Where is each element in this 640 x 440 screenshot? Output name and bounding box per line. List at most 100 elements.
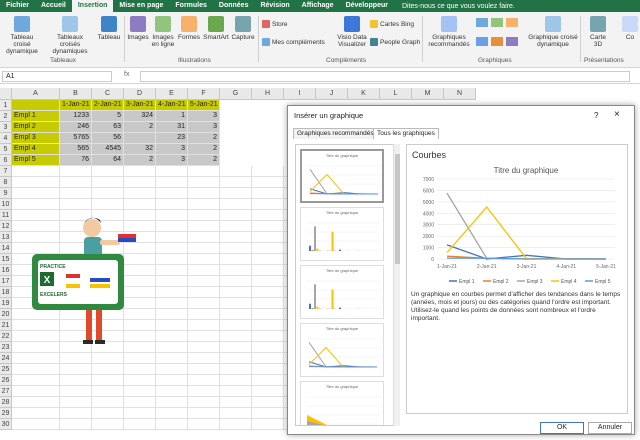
tab-2[interactable]: Insertion [71, 0, 114, 12]
column-header[interactable]: L [380, 88, 412, 100]
empty-cell[interactable] [92, 364, 124, 375]
empty-cell[interactable] [252, 210, 284, 221]
empty-cell[interactable] [156, 232, 188, 243]
empty-cell[interactable] [12, 419, 60, 430]
row-header[interactable]: 4 [0, 133, 12, 144]
column-header[interactable]: M [412, 88, 444, 100]
empty-cell[interactable] [124, 199, 156, 210]
empty-cell[interactable] [124, 397, 156, 408]
column-header[interactable]: N [444, 88, 476, 100]
row-header[interactable]: 5 [0, 144, 12, 155]
empty-cell[interactable] [220, 375, 252, 386]
table-cell[interactable]: 23 [156, 133, 188, 144]
table-header-cell[interactable]: 1-Jan-21 [60, 100, 92, 111]
empty-cell[interactable] [252, 243, 284, 254]
empty-cell[interactable] [60, 419, 92, 430]
visio-button[interactable]: Visio Data Visualizer [336, 16, 368, 48]
table-cell[interactable]: 324 [124, 111, 156, 122]
empty-cell[interactable] [124, 375, 156, 386]
empty-cell[interactable] [220, 353, 252, 364]
name-box[interactable]: A1 [2, 71, 112, 82]
shapes-button[interactable]: Formes [176, 16, 202, 41]
table-cell[interactable]: 31 [156, 122, 188, 133]
tab-7[interactable]: Affichage [296, 0, 340, 12]
chart-thumbnail-1[interactable]: Titre du graphique [300, 149, 384, 203]
row-header[interactable]: 2 [0, 111, 12, 122]
column-header[interactable]: C [92, 88, 124, 100]
empty-cell[interactable] [156, 375, 188, 386]
empty-cell[interactable] [188, 199, 220, 210]
table-cell[interactable]: 246 [60, 122, 92, 133]
column-header[interactable]: B [60, 88, 92, 100]
row-header[interactable]: 21 [0, 320, 12, 331]
table-cell[interactable]: 2 [188, 144, 220, 155]
empty-cell[interactable] [60, 166, 92, 177]
table-cell[interactable]: 5765 [60, 133, 92, 144]
empty-cell[interactable] [156, 221, 188, 232]
store-button[interactable]: Store [262, 20, 288, 28]
scatter-chart-icon[interactable] [506, 36, 518, 46]
empty-cell[interactable] [220, 221, 252, 232]
empty-cell[interactable] [156, 353, 188, 364]
empty-cell[interactable] [60, 353, 92, 364]
empty-cell[interactable] [156, 298, 188, 309]
empty-cell[interactable] [60, 199, 92, 210]
row-header[interactable]: 10 [0, 199, 12, 210]
empty-cell[interactable] [188, 408, 220, 419]
column-chart-icon[interactable] [476, 18, 488, 27]
empty-cell[interactable] [220, 419, 252, 430]
empty-cell[interactable] [60, 188, 92, 199]
empty-cell[interactable] [60, 408, 92, 419]
empty-cell[interactable] [188, 254, 220, 265]
ok-button[interactable]: OK [540, 422, 584, 434]
column-header[interactable]: E [156, 88, 188, 100]
empty-cell[interactable] [220, 287, 252, 298]
empty-cell[interactable] [156, 397, 188, 408]
row-header[interactable]: 15 [0, 254, 12, 265]
empty-cell[interactable] [12, 408, 60, 419]
table-cell[interactable]: Empl 3 [12, 133, 60, 144]
empty-cell[interactable] [252, 298, 284, 309]
hierarchy-chart-icon[interactable] [491, 18, 503, 27]
table-cell[interactable]: 64 [92, 155, 124, 166]
table-cell[interactable]: 3 [156, 144, 188, 155]
empty-cell[interactable] [188, 276, 220, 287]
empty-cell[interactable] [188, 243, 220, 254]
table-cell[interactable]: 2 [124, 155, 156, 166]
table-cell[interactable]: Empl 2 [12, 122, 60, 133]
empty-cell[interactable] [124, 177, 156, 188]
table-cell[interactable]: 63 [92, 122, 124, 133]
empty-cell[interactable] [92, 199, 124, 210]
row-header[interactable]: 30 [0, 419, 12, 430]
table-cell[interactable]: 32 [124, 144, 156, 155]
empty-cell[interactable] [12, 397, 60, 408]
table-header-cell[interactable]: 5-Jan-21 [188, 100, 220, 111]
empty-cell[interactable] [92, 419, 124, 430]
empty-cell[interactable] [156, 364, 188, 375]
empty-cell[interactable] [92, 386, 124, 397]
capture-button[interactable]: Capture [230, 16, 256, 41]
table-cell[interactable]: Empl 5 [12, 155, 60, 166]
bing-maps-button[interactable]: Cartes Bing [370, 20, 414, 28]
column-header[interactable]: H [252, 88, 284, 100]
table-cell[interactable]: 2 [188, 133, 220, 144]
empty-cell[interactable] [12, 166, 60, 177]
empty-cell[interactable] [92, 166, 124, 177]
chart-thumbnail-5[interactable]: Titre du graphique [300, 381, 384, 425]
chart-thumbnail-4[interactable]: Titre du graphique [300, 323, 384, 377]
empty-cell[interactable] [124, 408, 156, 419]
empty-cell[interactable] [252, 199, 284, 210]
people-graph-button[interactable]: People Graph [370, 38, 420, 46]
column-header[interactable]: I [284, 88, 316, 100]
empty-cell[interactable] [220, 386, 252, 397]
table-cell[interactable]: 56 [92, 133, 124, 144]
empty-cell[interactable] [188, 309, 220, 320]
row-header[interactable]: 28 [0, 397, 12, 408]
tab-1[interactable]: Accueil [35, 0, 72, 12]
empty-cell[interactable] [220, 331, 252, 342]
empty-cell[interactable] [220, 298, 252, 309]
pie-chart-icon[interactable] [491, 36, 503, 46]
thumbnails-scrollbar[interactable] [393, 144, 400, 426]
online-images-button[interactable]: Images en ligne [150, 16, 176, 48]
empty-cell[interactable] [252, 419, 284, 430]
